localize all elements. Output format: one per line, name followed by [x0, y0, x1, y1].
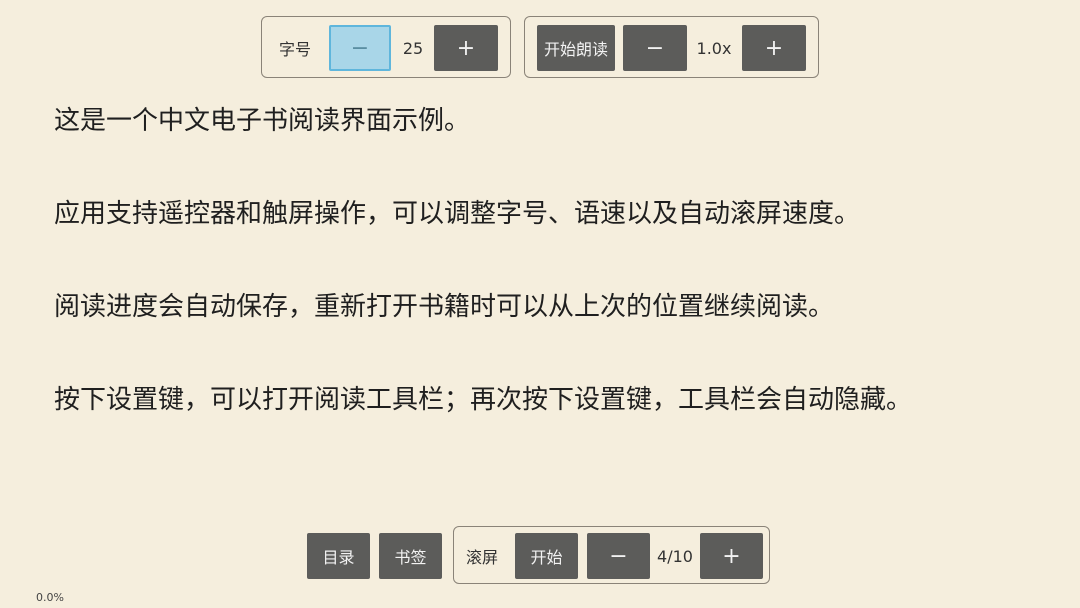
content-paragraph-1: 这是一个中文电子书阅读界面示例。	[54, 106, 471, 136]
reading-progress: 0.0%	[36, 591, 64, 604]
scroll-increase-button[interactable]: +	[700, 533, 763, 579]
bookmark-button[interactable]: 书签	[379, 533, 442, 579]
scroll-speed-value: 4/10	[657, 546, 693, 566]
scroll-start-button[interactable]: 开始	[515, 533, 578, 579]
font-decrease-button[interactable]: −	[329, 25, 391, 71]
toc-button[interactable]: 目录	[307, 533, 370, 579]
scroll-decrease-button[interactable]: −	[587, 533, 650, 579]
speed-value: 1.0x	[696, 38, 732, 58]
content-paragraph-3: 阅读进度会自动保存，重新打开书籍时可以从上次的位置继续阅读。	[54, 292, 835, 322]
content-paragraph-2: 应用支持遥控器和触屏操作，可以调整字号、语速以及自动滚屏速度。	[54, 199, 861, 229]
font-increase-button[interactable]: +	[434, 25, 498, 71]
start-reading-button[interactable]: 开始朗读	[537, 25, 615, 71]
content-paragraph-4: 按下设置键，可以打开阅读工具栏；再次按下设置键，工具栏会自动隐藏。	[54, 385, 913, 415]
book-content: 这是一个中文电子书阅读界面示例。 应用支持遥控器和触屏操作，可以调整字号、语速以…	[54, 104, 1054, 476]
font-size-label: 字号	[278, 40, 311, 59]
speed-decrease-button[interactable]: −	[623, 25, 687, 71]
scroll-label: 滚屏	[465, 548, 498, 567]
speed-increase-button[interactable]: +	[742, 25, 806, 71]
font-size-value: 25	[402, 38, 424, 58]
